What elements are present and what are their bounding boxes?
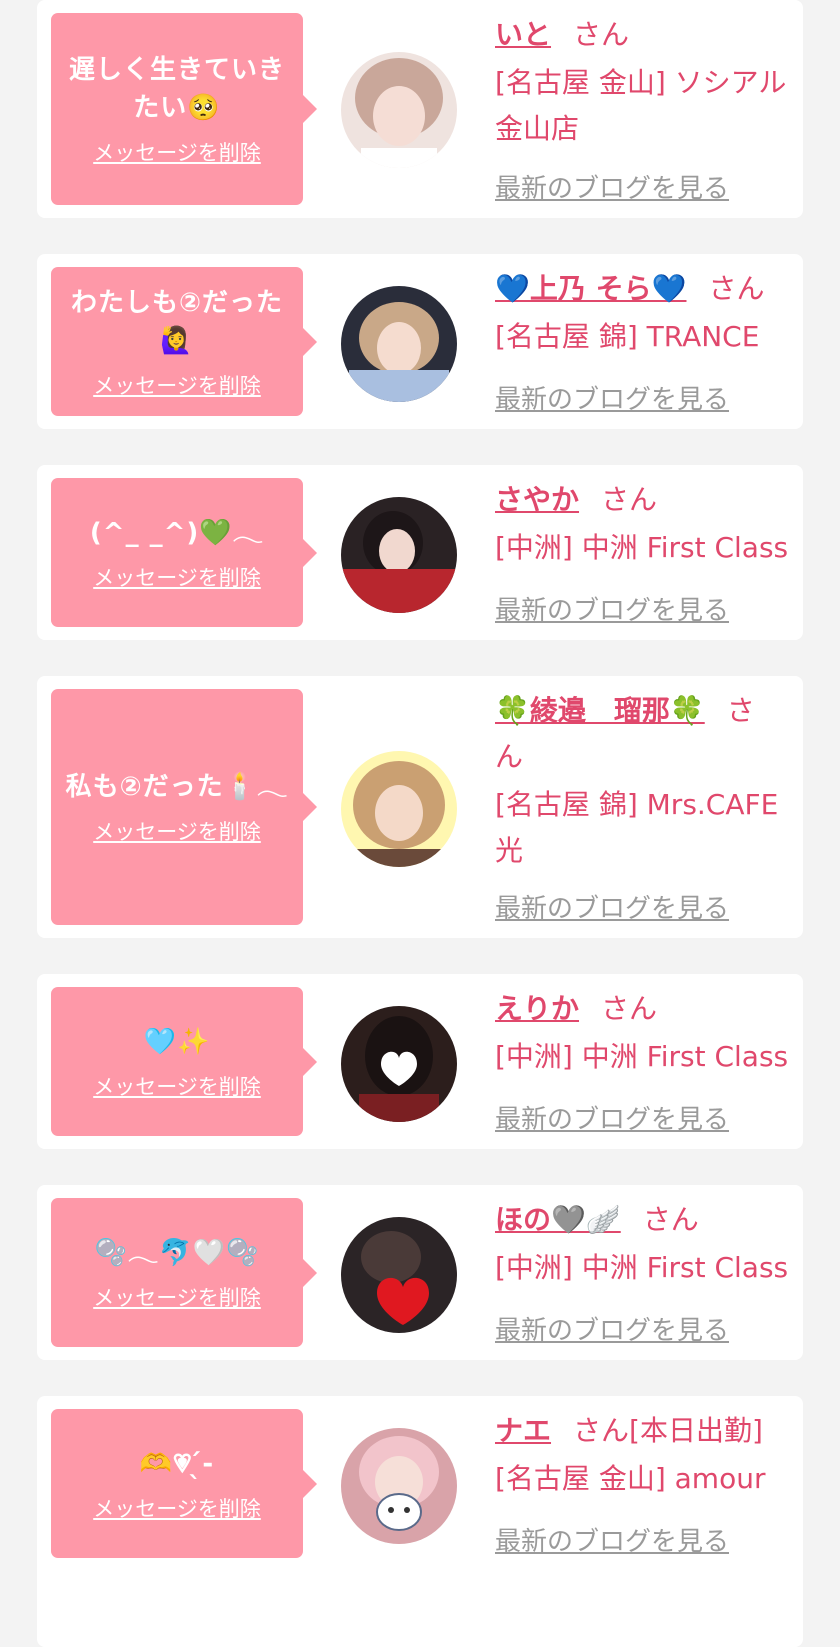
shop-name: [名古屋 金山] ソシアル 金山店 (495, 66, 787, 145)
list-item: 私も②だった🕯️𓂃 メッセージを削除 🍀綾邉 瑠那🍀 さん [名古屋 錦] Mrs… (37, 676, 803, 938)
message-text: 🫧𓂃🐬🤍🫧 (94, 1237, 260, 1268)
delete-message-link[interactable]: メッセージを削除 (93, 1282, 261, 1312)
girl-info: いと さん [名古屋 金山] ソシアル 金山店 (495, 12, 789, 152)
girl-info: ほの🩶🪽 さん [中洲] 中洲 First Class (495, 1197, 789, 1291)
shop-name: [中洲] 中洲 First Class (495, 531, 789, 564)
name-row: さやか さん (495, 477, 789, 523)
girl-info: 💙上乃 そら💙 さん [名古屋 錦] TRANCE (495, 266, 789, 360)
latest-blog-link[interactable]: 最新のブログを見る (495, 590, 729, 627)
message-text: 🩵✨ (143, 1026, 211, 1057)
avatar[interactable] (341, 286, 457, 402)
list-item: わたしも②だった 🙋‍♀️ メッセージを削除 💙上乃 そら💙 さん [名古屋 錦] … (37, 254, 803, 429)
name-row: 🍀綾邉 瑠那🍀 さん (495, 688, 789, 780)
honorific: さん (601, 992, 658, 1025)
honorific: さん (708, 272, 765, 305)
avatar[interactable] (341, 52, 457, 168)
girl-name-link[interactable]: ほの🩶🪽 (495, 1203, 621, 1236)
girl-info: 🍀綾邉 瑠那🍀 さん [名古屋 錦] Mrs.CAFE 光 (495, 688, 789, 874)
delete-message-link[interactable]: メッセージを削除 (93, 1493, 261, 1523)
list-item: 🫶💗︎ ̖́- メッセージを削除 ナエ さん[本日出勤] [名古屋 金山] amo… (37, 1396, 803, 1647)
latest-blog-link[interactable]: 最新のブログを見る (495, 1099, 729, 1136)
girl-info: ナエ さん[本日出勤] [名古屋 金山] amour (495, 1408, 789, 1502)
message-bubble: 🩵✨ メッセージを削除 (51, 987, 317, 1136)
message-text: 🫶💗︎ ̖́- (139, 1448, 215, 1479)
delete-message-link[interactable]: メッセージを削除 (93, 562, 261, 592)
honorific: さん[本日出勤] (573, 1414, 763, 1447)
shop-name: [中洲] 中洲 First Class (495, 1251, 789, 1284)
latest-blog-link[interactable]: 最新のブログを見る (495, 1310, 729, 1347)
avatar[interactable] (341, 751, 457, 867)
honorific: さん (573, 18, 630, 51)
honorific: さん (601, 483, 658, 516)
shop-name: [名古屋 金山] amour (495, 1462, 766, 1495)
name-row: ほの🩶🪽 さん (495, 1197, 789, 1243)
honorific: さん (642, 1203, 699, 1236)
message-bubble: 私も②だった🕯️𓂃 メッセージを削除 (51, 689, 317, 925)
delete-message-link[interactable]: メッセージを削除 (93, 137, 261, 167)
latest-blog-link[interactable]: 最新のブログを見る (495, 379, 729, 416)
list-item: 🫧𓂃🐬🤍🫧 メッセージを削除 ほの🩶🪽 さん [中洲] 中洲 First Clas… (37, 1185, 803, 1360)
delete-message-link[interactable]: メッセージを削除 (93, 816, 261, 846)
avatar[interactable] (341, 1428, 457, 1544)
list-item: 🩵✨ メッセージを削除 えりか さん [中洲] 中洲 First Class 最新… (37, 974, 803, 1149)
name-row: ナエ さん[本日出勤] (495, 1408, 789, 1454)
avatar[interactable] (341, 497, 457, 613)
girl-name-link[interactable]: いと (495, 18, 551, 51)
girl-name-link[interactable]: えりか (495, 992, 579, 1025)
message-bubble: わたしも②だった 🙋‍♀️ メッセージを削除 (51, 267, 317, 416)
latest-blog-link[interactable]: 最新のブログを見る (495, 1521, 729, 1558)
girl-info: さやか さん [中洲] 中洲 First Class (495, 477, 789, 571)
girl-name-link[interactable]: さやか (495, 483, 579, 516)
delete-message-link[interactable]: メッセージを削除 (93, 370, 261, 400)
message-bubble: 🫶💗︎ ̖́- メッセージを削除 (51, 1409, 317, 1558)
delete-message-link[interactable]: メッセージを削除 (93, 1071, 261, 1101)
list-item: 遅しく生きていき たい🥺 メッセージを削除 いと さん [名古屋 金山] ソシアル金… (37, 0, 803, 218)
girl-info: えりか さん [中洲] 中洲 First Class (495, 986, 789, 1080)
message-bubble: 🫧𓂃🐬🤍🫧 メッセージを削除 (51, 1198, 317, 1347)
name-row: えりか さん (495, 986, 789, 1032)
name-row: いと さん (495, 12, 789, 58)
latest-blog-link[interactable]: 最新のブログを見る (495, 168, 729, 205)
shop-name: [中洲] 中洲 First Class (495, 1040, 789, 1073)
message-bubble: 遅しく生きていき たい🥺 メッセージを削除 (51, 13, 317, 205)
avatar[interactable] (341, 1217, 457, 1333)
girl-name-link[interactable]: ナエ (495, 1414, 551, 1447)
honorific: さ (726, 694, 755, 727)
shop-name: [名古屋 錦] Mrs.CAFE 光 (495, 788, 779, 867)
list-item: (^_ _^)💚𓂃 メッセージを削除 さやか さん [中洲] 中洲 First C… (37, 465, 803, 640)
honorific-wrap: ん (495, 740, 524, 773)
message-text: わたしも②だった 🙋‍♀️ (70, 287, 283, 356)
girl-name-link[interactable]: 💙上乃 そら💙 (495, 272, 686, 305)
name-row: 💙上乃 そら💙 さん (495, 266, 789, 312)
message-bubble: (^_ _^)💚𓂃 メッセージを削除 (51, 478, 317, 627)
latest-blog-link[interactable]: 最新のブログを見る (495, 888, 729, 925)
shop-name: [名古屋 錦] TRANCE (495, 320, 760, 353)
message-text: (^_ _^)💚𓂃 (89, 517, 265, 548)
message-text: 遅しく生きていき たい🥺 (68, 55, 285, 123)
message-text: 私も②だった🕯️𓂃 (65, 772, 289, 802)
avatar[interactable] (341, 1006, 457, 1122)
girl-name-link[interactable]: 🍀綾邉 瑠那🍀 (495, 694, 705, 727)
